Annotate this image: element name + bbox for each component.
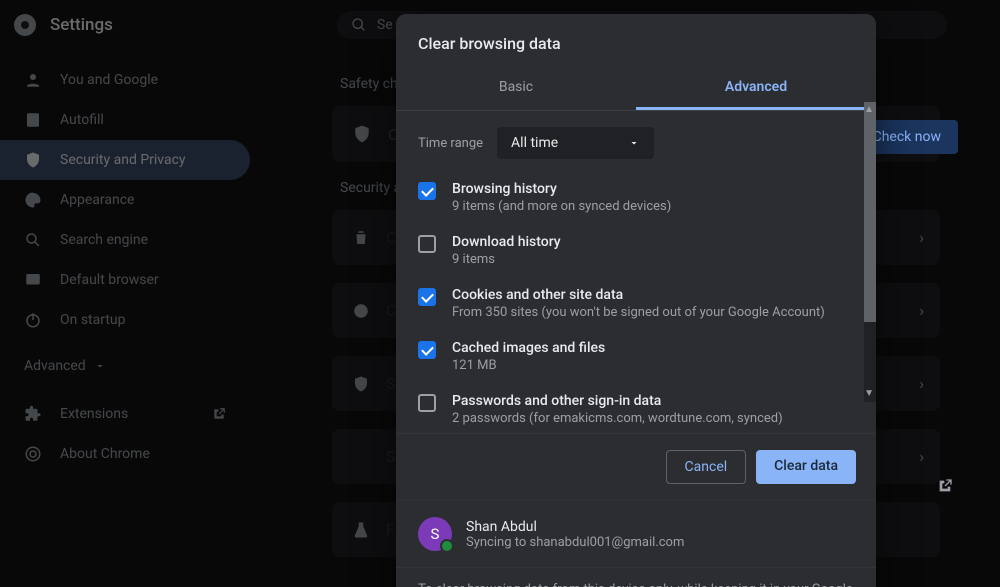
avatar: S xyxy=(418,517,452,551)
account-sync-status: Syncing to shanabdul001@gmail.com xyxy=(466,535,684,550)
time-range-select[interactable]: All time xyxy=(497,127,654,159)
cancel-button[interactable]: Cancel xyxy=(666,450,747,484)
options-list: Browsing history9 items (and more on syn… xyxy=(396,169,876,429)
sync-status-icon xyxy=(440,539,454,553)
checkbox[interactable] xyxy=(418,235,436,253)
option-cookies[interactable]: Cookies and other site dataFrom 350 site… xyxy=(418,277,854,330)
checkbox[interactable] xyxy=(418,341,436,359)
time-range-label: Time range xyxy=(418,136,483,151)
account-row: S Shan Abdul Syncing to shanabdul001@gma… xyxy=(396,500,876,559)
chevron-down-icon xyxy=(628,137,640,149)
scrollbar-thumb[interactable] xyxy=(864,102,876,322)
dialog-title: Clear browsing data xyxy=(396,14,876,67)
checkbox[interactable] xyxy=(418,182,436,200)
open-external-icon xyxy=(937,478,953,494)
option-download-history[interactable]: Download history9 items xyxy=(418,224,854,277)
clear-browsing-data-dialog: Clear browsing data Basic Advanced ▲ ▼ T… xyxy=(396,14,876,587)
account-name: Shan Abdul xyxy=(466,519,684,535)
option-cached[interactable]: Cached images and files121 MB xyxy=(418,330,854,383)
option-browsing-history[interactable]: Browsing history9 items (and more on syn… xyxy=(418,171,854,224)
option-passwords[interactable]: Passwords and other sign-in data2 passwo… xyxy=(418,383,854,429)
checkbox[interactable] xyxy=(418,394,436,412)
tab-basic[interactable]: Basic xyxy=(396,67,636,110)
scroll-up-icon[interactable]: ▲ xyxy=(864,104,874,115)
scroll-down-icon[interactable]: ▼ xyxy=(864,388,874,399)
checkbox[interactable] xyxy=(418,288,436,306)
tab-advanced[interactable]: Advanced xyxy=(636,67,876,110)
clear-data-button[interactable]: Clear data xyxy=(756,450,856,484)
signout-note: To clear browsing data from this device … xyxy=(396,567,876,587)
